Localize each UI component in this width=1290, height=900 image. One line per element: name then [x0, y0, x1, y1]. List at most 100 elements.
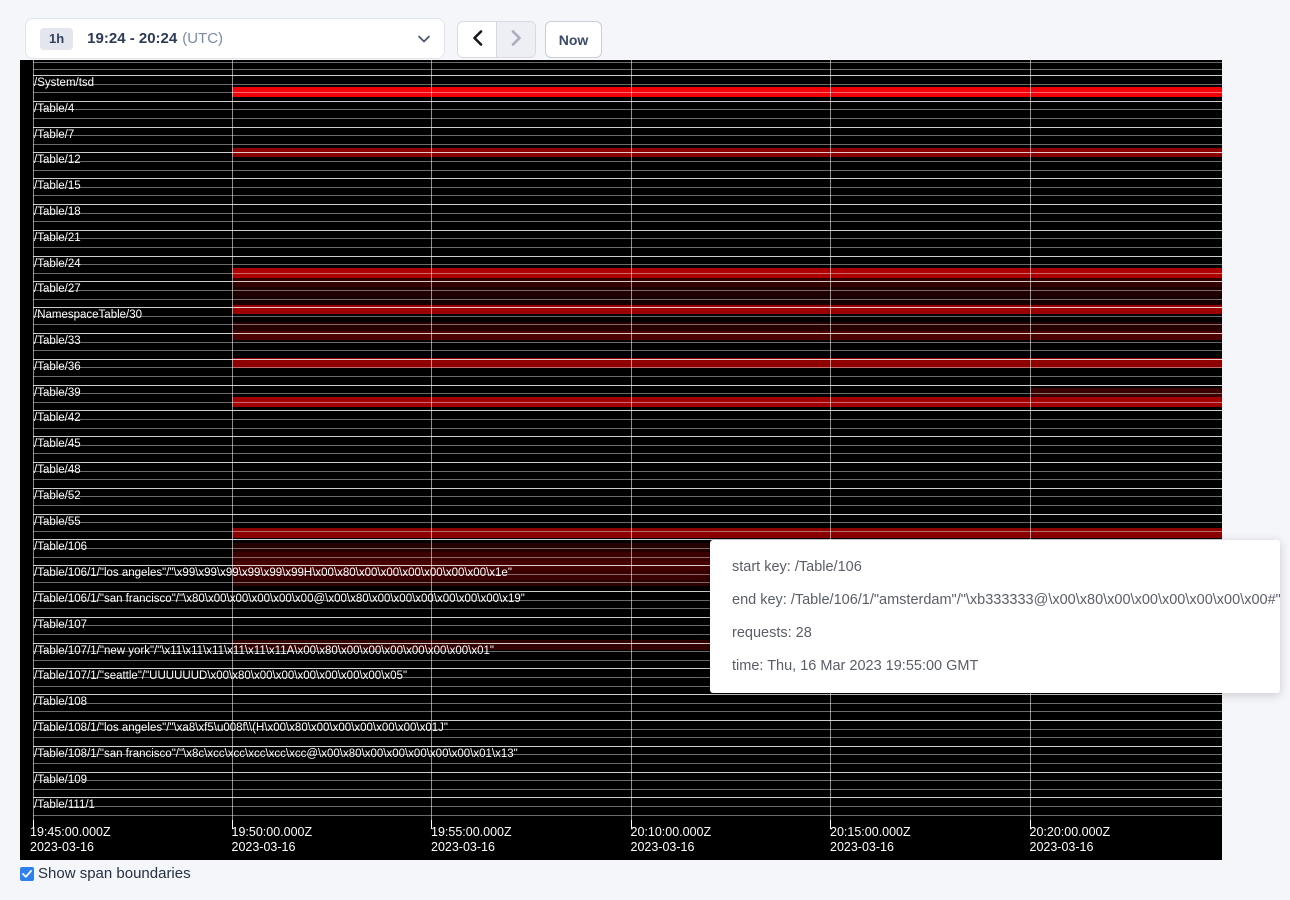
span-boundary-line: [33, 144, 1222, 145]
row-label: /Table/21: [34, 232, 81, 245]
span-boundary-line: [33, 299, 1222, 300]
span-boundary-line: [33, 385, 1222, 386]
span-boundary-line: [33, 333, 1222, 334]
row-label: /Table/108: [34, 696, 87, 709]
row-label: /Table/111/1: [34, 799, 95, 812]
row-label: /Table/27: [34, 283, 81, 296]
row-label: /Table/12: [34, 154, 81, 167]
time-bucket-line: [431, 60, 432, 820]
row-label: /Table/106/1/"los angeles"/"\x99\x99\x99…: [34, 567, 512, 580]
span-boundary-line: [33, 471, 1222, 472]
span-boundary-line: [33, 703, 1222, 704]
row-label: /Table/109: [34, 774, 87, 787]
span-boundary-line: [33, 711, 1222, 712]
span-boundary-line: [33, 797, 1222, 798]
tooltip-line: start key: /Table/106: [732, 551, 1258, 584]
axis-time-label: 20:20:00.000Z: [1030, 825, 1111, 839]
span-boundary-line: [33, 69, 1222, 70]
span-boundary-line: [33, 402, 1222, 403]
prev-button[interactable]: [458, 22, 496, 57]
row-label: /Table/39: [34, 387, 81, 400]
span-boundary-line: [33, 247, 1222, 248]
chevron-left-icon: [472, 30, 483, 49]
now-button[interactable]: Now: [545, 21, 602, 58]
heat-band: [232, 278, 1222, 287]
axis-time-label: 19:55:00.000Z: [431, 825, 512, 839]
span-boundary-line: [33, 488, 1222, 489]
span-boundary-line: [33, 161, 1222, 162]
time-bucket-line: [232, 60, 233, 820]
row-label: /Table/108/1/"san francisco"/"\x8c\xcc\x…: [34, 748, 518, 761]
span-boundary-line: [33, 109, 1222, 110]
row-label: /Table/48: [34, 464, 81, 477]
heat-band: [232, 287, 1222, 296]
span-boundary-line: [33, 342, 1222, 343]
tooltip-line: requests: 28: [732, 617, 1258, 650]
axis-date-label: 2023-03-16: [232, 840, 296, 854]
chevron-down-icon: [418, 35, 430, 43]
range-text: 19:24 - 20:24: [87, 30, 177, 47]
show-span-boundaries-row: Show span boundaries: [20, 866, 191, 882]
span-boundary-line: [33, 238, 1222, 239]
row-label: /Table/33: [34, 335, 81, 348]
span-boundary-line: [33, 256, 1222, 257]
heat-band: [232, 296, 1222, 305]
next-button[interactable]: [496, 22, 535, 57]
time-bucket-line: [631, 60, 632, 820]
axis-date-label: 2023-03-16: [1030, 840, 1094, 854]
span-boundary-line: [33, 75, 1222, 76]
span-boundary-line: [33, 505, 1222, 506]
row-label: /NamespaceTable/30: [34, 309, 142, 322]
span-boundary-line: [33, 101, 1222, 102]
span-boundary-line: [33, 720, 1222, 721]
row-label: /Table/108/1/"los angeles"/"\xa8\xf5\u00…: [34, 722, 448, 735]
span-boundary-line: [33, 307, 1222, 308]
span-boundary-line: [33, 213, 1222, 214]
time-bucket-line: [830, 60, 831, 820]
span-boundary-line: [33, 290, 1222, 291]
row-label: /Table/4: [34, 103, 74, 116]
span-boundary-line: [33, 84, 1222, 85]
span-boundary-line: [33, 522, 1222, 523]
row-label: /System/tsd: [34, 77, 94, 90]
time-nav-group: [457, 21, 536, 58]
span-boundary-line: [33, 531, 1222, 532]
span-boundary-line: [33, 204, 1222, 205]
axis-time-label: 19:50:00.000Z: [232, 825, 313, 839]
chevron-right-icon: [511, 30, 522, 49]
tooltip-line: end key: /Table/106/1/"amsterdam"/"\xb33…: [732, 584, 1258, 617]
span-boundary-line: [33, 496, 1222, 497]
span-boundary-line: [33, 789, 1222, 790]
row-label: /Table/52: [34, 490, 81, 503]
span-boundary-line: [33, 152, 1222, 153]
span-boundary-line: [33, 350, 1222, 351]
span-boundary-line: [33, 393, 1222, 394]
row-label: /Table/107/1/"new york"/"\x11\x11\x11\x1…: [34, 645, 494, 658]
span-boundary-line: [33, 479, 1222, 480]
span-boundary-line: [33, 264, 1222, 265]
range-duration-badge: 1h: [40, 28, 73, 50]
row-label: /Table/45: [34, 438, 81, 451]
span-boundary-line: [33, 178, 1222, 179]
row-label: /Table/55: [34, 516, 81, 529]
axis-date-label: 2023-03-16: [431, 840, 495, 854]
span-boundary-line: [33, 135, 1222, 136]
span-boundary-line: [33, 694, 1222, 695]
span-boundary-line: [33, 118, 1222, 119]
span-boundaries-checkbox[interactable]: [20, 867, 34, 881]
span-boundary-line: [33, 763, 1222, 764]
axis-date-label: 2023-03-16: [830, 840, 894, 854]
check-icon: [22, 870, 32, 878]
span-boundary-line: [33, 462, 1222, 463]
span-boundary-line: [33, 62, 1222, 63]
time-range-dropdown[interactable]: 1h 19:24 - 20:24 (UTC): [25, 18, 445, 59]
span-boundary-line: [33, 428, 1222, 429]
span-boundary-line: [33, 359, 1222, 360]
axis-date-label: 2023-03-16: [631, 840, 695, 854]
row-label: /Table/106/1/"san francisco"/"\x80\x00\x…: [34, 593, 525, 606]
span-boundary-line: [33, 436, 1222, 437]
span-boundary-line: [33, 127, 1222, 128]
key-visualizer-canvas[interactable]: /System/tsd/Table/4/Table/7/Table/12/Tab…: [20, 60, 1222, 860]
span-boundary-line: [33, 316, 1222, 317]
row-label: /Table/106: [34, 541, 87, 554]
